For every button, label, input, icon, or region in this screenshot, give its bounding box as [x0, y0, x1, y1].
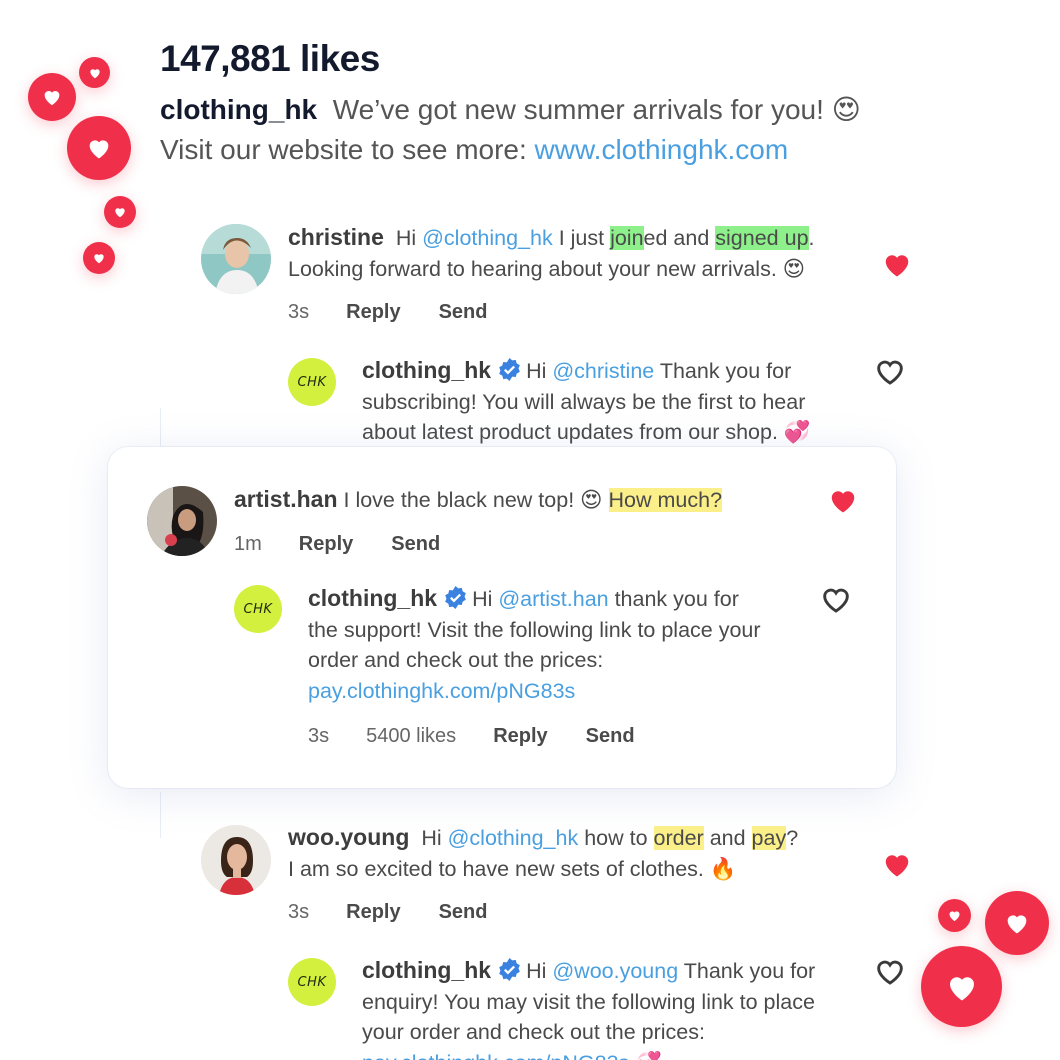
reply-button[interactable]: Reply	[493, 725, 547, 748]
send-button[interactable]: Send	[439, 901, 488, 924]
comment-likes[interactable]: 5400 likes	[366, 725, 456, 748]
verified-badge-icon	[499, 958, 520, 981]
heart-outline-icon[interactable]	[820, 584, 852, 619]
post-username[interactable]: clothing_hk	[160, 94, 317, 125]
comment-text: thank you for	[608, 587, 739, 611]
comment-text: I love the black new top! 😍	[337, 488, 609, 512]
comment-username[interactable]: christine	[288, 224, 384, 250]
mention-link[interactable]: @woo.young	[552, 959, 678, 983]
heart-icon[interactable]	[882, 250, 912, 283]
comment-text: ?	[786, 826, 799, 850]
comment-text: Hi	[472, 587, 499, 611]
comment-time: 3s	[288, 901, 310, 923]
caption-text: We’ve got new summer arrivals for you! 😍	[332, 94, 861, 125]
reply-clothing-hk: clothing_hk Hi @artist.han thank you for …	[308, 583, 828, 706]
comment-meta: 3s Reply Send	[288, 901, 488, 924]
comment-username[interactable]: woo.young	[288, 824, 409, 850]
comment-christine: christine Hi @clothing_hk I just joined …	[288, 222, 888, 284]
comment-text-line2: I am so excited to have new sets of clot…	[288, 856, 737, 881]
comment-meta: 1m Reply Send	[234, 533, 440, 556]
send-button[interactable]: Send	[439, 301, 488, 324]
payment-link[interactable]: pay.clothinghk.com/pNG83s 💞	[362, 1051, 662, 1060]
comment-text: Hi	[526, 359, 553, 383]
payment-link[interactable]: pay.clothinghk.com/pNG83s	[308, 679, 575, 703]
highlight: signed up	[715, 226, 809, 250]
comment-text: I just	[552, 226, 611, 250]
avatar-clothing-hk[interactable]: CHK	[288, 358, 336, 406]
avatar-clothing-hk[interactable]: CHK	[234, 585, 282, 633]
send-button[interactable]: Send	[391, 533, 440, 556]
heart-icon[interactable]	[828, 486, 858, 519]
comment-time: 1m	[234, 533, 262, 555]
avatar-christine[interactable]	[201, 224, 271, 294]
floating-heart-icon	[921, 946, 1002, 1027]
comment-username[interactable]: clothing_hk	[308, 585, 437, 611]
comment-text-line2: the support! Visit the following link to…	[308, 617, 761, 642]
thread-line	[160, 792, 161, 838]
comment-username[interactable]: clothing_hk	[362, 957, 491, 983]
comment-text-line3: order and check out the prices:	[308, 648, 604, 672]
comment-text: Hi	[395, 226, 423, 250]
comment-meta: 3s Reply Send	[288, 301, 488, 324]
thread-line	[160, 408, 161, 448]
verified-badge-icon	[499, 358, 520, 381]
send-button[interactable]: Send	[586, 725, 635, 748]
comment-username[interactable]: artist.han	[234, 486, 338, 512]
comment-meta: 3s 5400 likes Reply Send	[308, 725, 635, 748]
comment-text-line3: about latest product updates from our sh…	[362, 420, 811, 444]
floating-heart-icon	[104, 196, 136, 228]
floating-heart-icon	[938, 899, 971, 932]
caption-text-2: Visit our website to see more:	[160, 134, 535, 165]
comment-text: ed and	[643, 226, 716, 250]
mention-link[interactable]: @christine	[552, 359, 654, 383]
reply-button[interactable]: Reply	[346, 901, 400, 924]
highlight: How much?	[608, 488, 723, 512]
highlight: join	[610, 226, 644, 250]
post-likes-count[interactable]: 147,881 likes	[160, 38, 380, 80]
comment-text: how to	[578, 826, 654, 850]
comment-time: 3s	[308, 725, 330, 747]
heart-outline-icon[interactable]	[874, 356, 906, 391]
highlight: order	[653, 826, 704, 850]
avatar-artist-han[interactable]	[147, 486, 217, 556]
comment-woo-young: woo.young Hi @clothing_hk how to order a…	[288, 822, 888, 884]
avatar-clothing-hk[interactable]: CHK	[288, 958, 336, 1006]
floating-heart-icon	[67, 116, 131, 180]
comment-text-line2: enquiry! You may visit the following lin…	[362, 989, 815, 1014]
reply-clothing-hk: clothing_hk Hi @christine Thank you for s…	[362, 355, 882, 448]
heart-outline-icon[interactable]	[874, 956, 906, 991]
avatar-woo-young[interactable]	[201, 825, 271, 895]
floating-heart-icon	[28, 73, 76, 121]
comment-text-line2: subscribing! You will always be the firs…	[362, 389, 806, 414]
mention-link[interactable]: @clothing_hk	[448, 826, 579, 850]
comment-text: Hi	[526, 959, 553, 983]
floating-heart-icon	[985, 891, 1049, 955]
post-caption: clothing_hk We’ve got new summer arrival…	[160, 90, 960, 170]
heart-icon[interactable]	[882, 850, 912, 883]
floating-heart-icon	[83, 242, 115, 274]
mention-link[interactable]: @artist.han	[498, 587, 608, 611]
reply-button[interactable]: Reply	[346, 301, 400, 324]
comment-text-line3: your order and check out the prices:	[362, 1020, 705, 1044]
comment-text: and	[703, 826, 752, 850]
floating-heart-icon	[79, 57, 110, 88]
website-link[interactable]: www.clothinghk.com	[535, 134, 789, 165]
reply-button[interactable]: Reply	[299, 533, 353, 556]
verified-badge-icon	[445, 586, 466, 609]
comment-text: Thank you for	[654, 359, 792, 383]
comment-text: Thank you for	[678, 959, 816, 983]
comment-username[interactable]: clothing_hk	[362, 357, 491, 383]
comment-artist-han: artist.han I love the black new top! 😍 H…	[234, 484, 834, 516]
reply-clothing-hk: clothing_hk Hi @woo.young Thank you for e…	[362, 955, 882, 1060]
comment-text-line2: Looking forward to hearing about your ne…	[288, 256, 806, 281]
mention-link[interactable]: @clothing_hk	[422, 226, 553, 250]
comment-text: .	[808, 226, 815, 250]
comment-text: Hi	[421, 826, 448, 850]
comment-time: 3s	[288, 301, 310, 323]
highlight: pay	[751, 826, 787, 850]
